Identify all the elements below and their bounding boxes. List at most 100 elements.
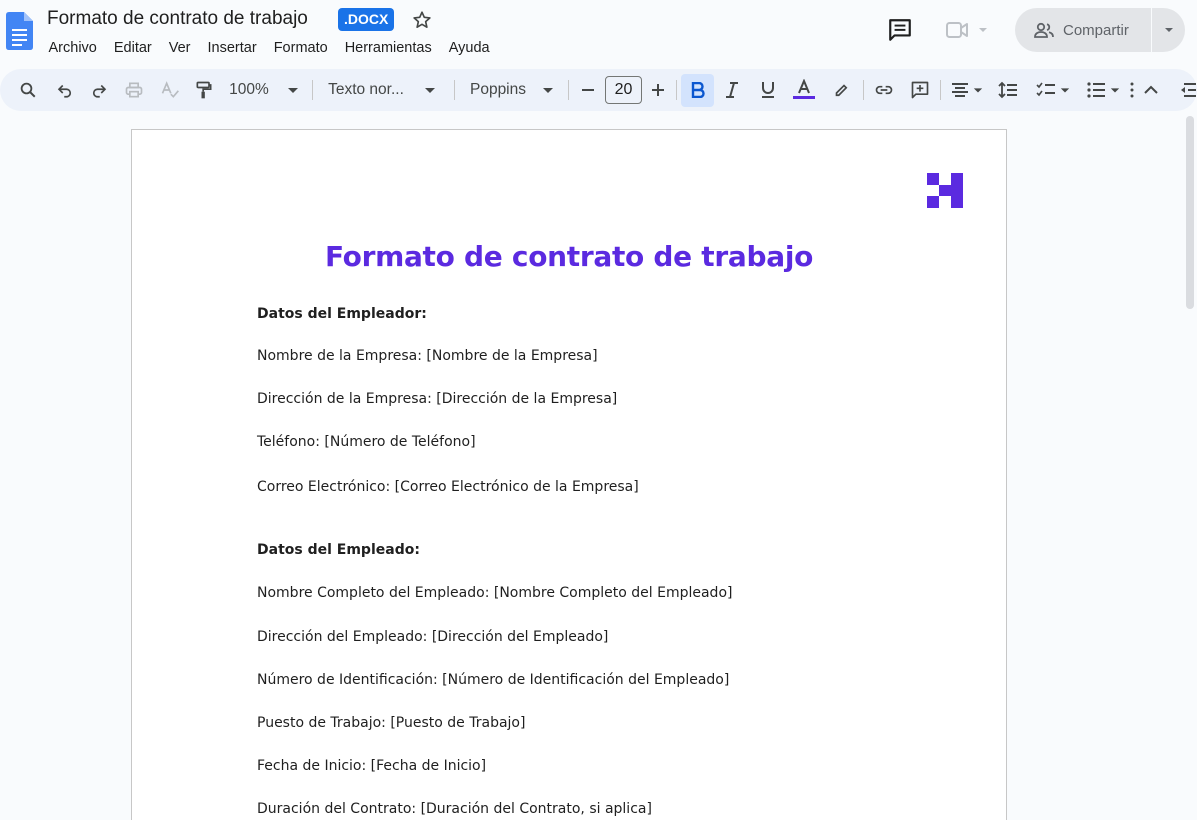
redo-icon [92,84,107,98]
search-icon [20,82,36,98]
print-icon [125,82,143,98]
zoom-select[interactable]: 100% [226,69,302,111]
spelling-button[interactable] [159,69,181,111]
employer-section-heading: Datos del Empleador: [257,306,427,322]
menu-insertar[interactable]: Insertar [199,38,265,58]
file-format-badge: .DOCX [338,8,395,31]
text-color-button[interactable] [791,69,817,111]
zoom-value: 100% [229,81,269,98]
redo-button[interactable] [88,69,110,111]
plus-icon [652,84,664,96]
undo-icon [57,84,72,98]
align-button[interactable] [948,69,986,111]
chevron-down-icon [1060,88,1070,93]
more-options-icon[interactable] [1129,69,1135,111]
chevron-down-icon [1110,88,1120,93]
align-center-icon [952,83,968,97]
docs-logo-icon[interactable] [6,12,33,50]
employer-company-address: Dirección de la Empresa: [Dirección de l… [257,391,618,407]
minus-icon [582,89,594,91]
menu-herramientas[interactable]: Herramientas [336,38,440,58]
line-spacing-icon [998,81,1017,99]
font-size-input[interactable]: 20 [605,76,642,104]
chevron-down-icon [543,88,553,93]
font-family-select[interactable]: Poppins [466,69,558,111]
menu-archivo[interactable]: Archivo [40,38,105,58]
employee-id-number: Número de Identificación: [Número de Ide… [257,672,730,688]
bulleted-list-icon [1087,82,1105,98]
indent-icon [1180,83,1196,97]
document-page[interactable]: Formato de contrato de trabajo Datos del… [131,129,1007,820]
document-title[interactable]: Formato de contrato de trabajo [47,8,308,30]
employer-email: Correo Electrónico: [Correo Electrónico … [257,479,639,495]
employee-contract-duration: Duración del Contrato: [Duración del Con… [257,801,652,817]
italic-button[interactable] [721,69,743,111]
print-button[interactable] [123,69,145,111]
increase-font-size-button[interactable] [648,69,668,111]
bold-button[interactable] [681,69,714,111]
chevron-down-icon [424,88,435,93]
toolbar-divider [940,80,941,100]
toolbar-divider [454,80,455,100]
highlight-color-button[interactable] [830,69,852,111]
menu-ver[interactable]: Ver [160,38,199,58]
checklist-button[interactable] [1033,69,1073,111]
toolbar-divider [568,80,569,100]
share-dropdown-button[interactable] [1151,8,1185,52]
decrease-font-size-button[interactable] [578,69,598,111]
comment-history-icon[interactable] [887,17,913,43]
bold-icon [691,82,705,98]
employee-section-heading: Datos del Empleado: [257,542,420,558]
document-heading: Formato de contrato de trabajo [324,240,814,273]
company-logo [927,173,963,208]
share-button[interactable]: Compartir [1015,8,1151,52]
menu-ayuda[interactable]: Ayuda [440,38,498,58]
line-spacing-button[interactable] [997,69,1019,111]
add-comment-button[interactable] [908,69,932,111]
italic-icon [726,82,738,98]
indent-button[interactable] [1176,69,1197,111]
checklist-icon [1036,82,1055,97]
share-label: Compartir [1063,21,1129,39]
people-icon [1034,22,1054,38]
employee-job-position: Puesto de Trabajo: [Puesto de Trabajo] [257,715,526,731]
paint-roller-icon [196,81,212,99]
header: Formato de contrato de trabajo .DOCX Arc… [0,0,1197,66]
hide-menus-button[interactable] [1140,69,1162,111]
toolbar-divider [863,80,864,100]
underline-button[interactable] [757,69,779,111]
insert-link-button[interactable] [873,69,895,111]
chevron-down-icon [287,88,298,93]
link-icon [875,85,893,95]
bulleted-list-button[interactable] [1082,69,1124,111]
menu-formato[interactable]: Formato [265,38,336,58]
toolbar-divider [676,80,677,100]
search-menus-button[interactable] [16,69,40,111]
add-comment-icon [911,81,929,99]
employee-full-name: Nombre Completo del Empleado: [Nombre Co… [257,585,733,601]
chevron-down-icon [979,28,987,32]
chevron-up-icon [1144,85,1158,94]
highlighter-pen-icon [835,84,848,97]
menu-bar: Archivo Editar Ver Insertar Formato Herr… [40,38,498,58]
video-camera-icon [946,22,968,38]
chevron-down-icon [1164,28,1173,32]
employer-company-name: Nombre de la Empresa: [Nombre de la Empr… [257,348,598,364]
toolbar-divider [312,80,313,100]
menu-editar[interactable]: Editar [105,38,160,58]
employer-phone: Teléfono: [Número de Teléfono] [257,434,476,450]
undo-button[interactable] [54,69,76,111]
spellcheck-icon [161,81,179,98]
chevron-down-icon [973,88,983,93]
star-icon[interactable] [411,9,433,31]
font-family-value: Poppins [469,81,526,98]
scrollbar-thumb[interactable] [1186,116,1194,309]
employee-start-date: Fecha de Inicio: [Fecha de Inicio] [257,758,487,774]
paragraph-style-select[interactable]: Texto nor... [322,69,442,111]
employee-address: Dirección del Empleado: [Dirección del E… [257,629,609,645]
paragraph-style-value: Texto nor... [328,81,404,98]
text-color-icon [793,79,815,99]
meet-button[interactable] [944,17,996,43]
paint-format-button[interactable] [193,69,215,111]
underline-icon [762,82,774,98]
